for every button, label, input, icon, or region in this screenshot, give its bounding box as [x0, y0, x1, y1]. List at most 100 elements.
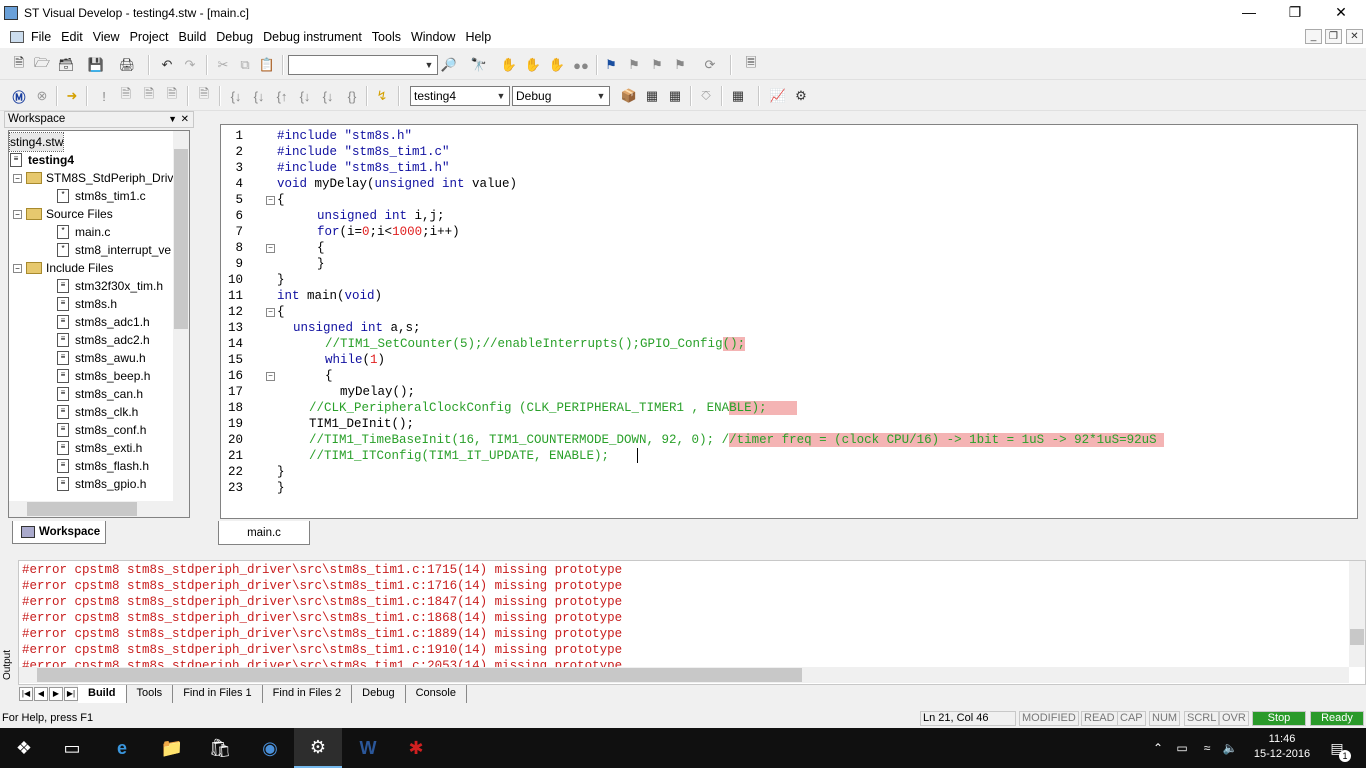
- tree-file[interactable]: ≡ stm8s_adc1.h: [57, 313, 150, 331]
- tab-find-in-files-2[interactable]: Find in Files 2: [263, 684, 353, 703]
- tree-file[interactable]: ≡ stm8s_can.h: [57, 385, 143, 403]
- workspace-vertical-scrollbar[interactable]: [173, 131, 189, 501]
- file-explorer-icon[interactable]: 📁: [148, 728, 196, 768]
- mdi-restore-button[interactable]: ❐: [1325, 29, 1342, 44]
- chevron-down-icon[interactable]: ▼: [168, 112, 177, 127]
- breakpoint-hand-icon[interactable]: ✋: [524, 56, 542, 74]
- debug-start-icon[interactable]: Ⓜ: [10, 87, 28, 105]
- next-tab-icon[interactable]: ▶: [49, 686, 63, 701]
- first-tab-icon[interactable]: |◀: [19, 686, 33, 701]
- mdi-doc-icon[interactable]: [10, 31, 24, 43]
- chevron-down-icon[interactable]: ▼: [493, 87, 509, 105]
- braces-icon[interactable]: {}: [343, 87, 361, 105]
- tree-folder-source[interactable]: − Source Files: [13, 205, 113, 223]
- edge-browser-icon[interactable]: e: [98, 728, 146, 768]
- editor-tab-main-c[interactable]: main.c: [218, 521, 310, 545]
- cut-icon[interactable]: ✂: [214, 56, 232, 74]
- scroll-thumb[interactable]: [1350, 629, 1364, 645]
- glasses-icon[interactable]: ●●: [572, 56, 590, 74]
- tab-tools[interactable]: Tools: [127, 684, 174, 703]
- erase-icon[interactable]: ⎏: [697, 87, 715, 105]
- stvp-icon[interactable]: ✱: [392, 728, 440, 768]
- stvd-app-icon[interactable]: ⚙: [294, 728, 342, 768]
- error-line[interactable]: #error cpstm8 stm8s_stdperiph_driver\src…: [22, 626, 622, 642]
- mdi-close-button[interactable]: ✕: [1346, 29, 1363, 44]
- redo-icon[interactable]: ↷: [181, 56, 199, 74]
- save-icon[interactable]: 💾: [87, 56, 105, 74]
- chevron-down-icon[interactable]: ▼: [421, 56, 437, 74]
- find-combo[interactable]: ▼: [288, 55, 438, 75]
- tree-file[interactable]: ≡ stm8s_awu.h: [57, 349, 146, 367]
- bookmark-prev-icon[interactable]: ⚑: [648, 56, 666, 74]
- go-icon[interactable]: ↯: [373, 87, 391, 105]
- tree-file[interactable]: ≡ stm8s_flash.h: [57, 457, 149, 475]
- menu-build[interactable]: Build: [173, 30, 211, 44]
- tab-console[interactable]: Console: [406, 684, 467, 703]
- step-over-icon[interactable]: {↓: [250, 87, 268, 105]
- tree-file[interactable]: ≡ stm8s_beep.h: [57, 367, 150, 385]
- fold-marker[interactable]: −: [266, 308, 275, 317]
- tree-file[interactable]: ≡ stm8s_exti.h: [57, 439, 142, 457]
- fold-marker[interactable]: −: [266, 244, 275, 253]
- settings-icon[interactable]: ⚙: [792, 87, 810, 105]
- tree-file[interactable]: * stm8_interrupt_ve: [57, 241, 171, 259]
- error-line[interactable]: #error cpstm8 stm8s_stdperiph_driver\src…: [22, 578, 622, 594]
- maximize-button[interactable]: ❐: [1272, 0, 1318, 24]
- binoculars-icon[interactable]: 🔭: [470, 56, 488, 74]
- word-icon[interactable]: W: [344, 728, 392, 768]
- chip-alt-icon[interactable]: ▦: [666, 87, 684, 105]
- refresh-icon[interactable]: ⟳: [701, 56, 719, 74]
- menu-help[interactable]: Help: [460, 30, 496, 44]
- battery-icon[interactable]: ▭: [1170, 728, 1194, 768]
- tree-item-workspace[interactable]: sting4.stw: [9, 132, 65, 152]
- prev-tab-icon[interactable]: ◀: [34, 686, 48, 701]
- step-out-icon[interactable]: {↑: [273, 87, 291, 105]
- menu-project[interactable]: Project: [125, 30, 174, 44]
- collapse-icon[interactable]: −: [13, 173, 22, 183]
- tab-find-in-files-1[interactable]: Find in Files 1: [173, 684, 263, 703]
- fold-marker[interactable]: −: [266, 372, 275, 381]
- collapse-icon[interactable]: −: [13, 263, 22, 273]
- analyzer-icon[interactable]: 📈: [769, 87, 787, 105]
- error-line[interactable]: #error cpstm8 stm8s_stdperiph_driver\src…: [22, 642, 622, 658]
- download-icon[interactable]: 📦: [620, 87, 638, 105]
- workspace-horizontal-scrollbar[interactable]: [9, 501, 189, 517]
- close-icon[interactable]: ✕: [181, 112, 189, 127]
- programmer-icon[interactable]: ▦: [729, 87, 747, 105]
- hand-icon[interactable]: ✋: [500, 56, 518, 74]
- mdi-minimize-button[interactable]: _: [1305, 29, 1322, 44]
- scroll-thumb[interactable]: [174, 149, 188, 329]
- compile-icon[interactable]: 🗎: [117, 86, 135, 105]
- scroll-thumb[interactable]: [37, 668, 802, 682]
- memory-icon[interactable]: 🗎: [195, 86, 213, 105]
- menu-debug[interactable]: Debug: [211, 30, 258, 44]
- chevron-down-icon[interactable]: ▼: [593, 87, 609, 105]
- tree-file[interactable]: * stm8s_tim1.c: [57, 187, 146, 205]
- scroll-thumb[interactable]: [27, 502, 137, 516]
- tree-folder-stdperiph[interactable]: − STM8S_StdPeriph_Drive: [13, 169, 180, 187]
- exclamation-icon[interactable]: !: [95, 87, 113, 105]
- workspace-tab[interactable]: Workspace: [12, 521, 106, 544]
- chrome-icon[interactable]: ◉: [246, 728, 294, 768]
- rebuild-icon[interactable]: 🗎: [163, 86, 181, 105]
- output-panel[interactable]: #error cpstm8 stm8s_stdperiph_driver\src…: [18, 560, 1366, 686]
- config-combo[interactable]: Debug ▼: [512, 86, 610, 106]
- paste-icon[interactable]: 📋: [258, 56, 276, 74]
- code-editor[interactable]: 1 2 3 4 5 6 7 8 9 10 11 12 13 14 15 16 1…: [220, 124, 1358, 519]
- tree-file[interactable]: ≡ stm8s_conf.h: [57, 421, 146, 439]
- undo-icon[interactable]: ↶: [158, 56, 176, 74]
- error-line[interactable]: #error cpstm8 stm8s_stdperiph_driver\src…: [22, 562, 622, 578]
- tab-debug[interactable]: Debug: [352, 684, 406, 703]
- copy-icon[interactable]: ⧉: [236, 56, 254, 74]
- workspace-window-icon[interactable]: 🗏: [742, 55, 760, 74]
- run-to-cursor-icon[interactable]: {↓: [296, 87, 314, 105]
- new-file-icon[interactable]: 🗎: [10, 55, 28, 74]
- menu-view[interactable]: View: [88, 30, 125, 44]
- output-horizontal-scrollbar[interactable]: [19, 667, 1349, 683]
- store-icon[interactable]: 🛍: [196, 728, 244, 768]
- task-view-icon[interactable]: ▭: [48, 728, 96, 768]
- build-icon[interactable]: 🗎: [140, 86, 158, 105]
- bookmark-clear-icon[interactable]: ✋: [548, 56, 566, 74]
- windows-start-icon[interactable]: ❖: [0, 728, 48, 768]
- open-folder-icon[interactable]: 🗁: [33, 55, 51, 74]
